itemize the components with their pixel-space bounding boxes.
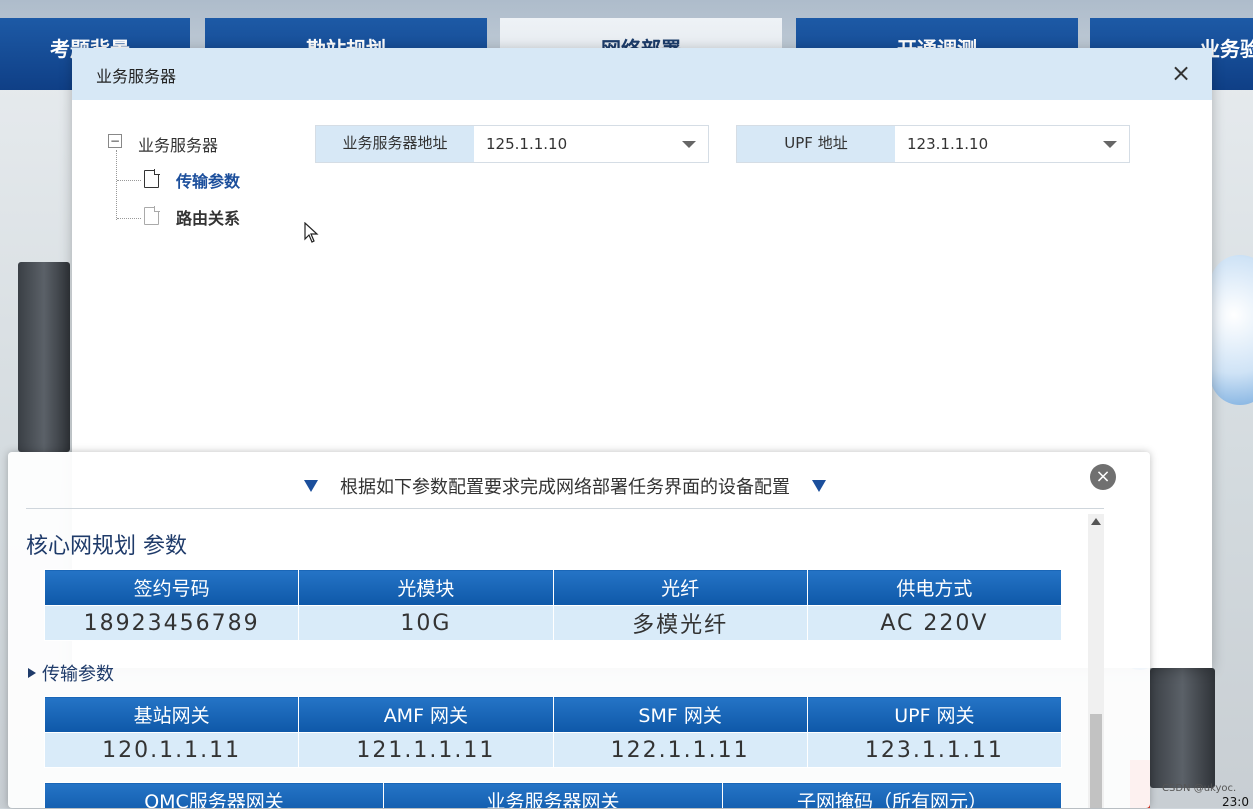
table-cell: 多模光纤 [552, 605, 808, 641]
table-header: UPF 网关 [806, 696, 1063, 733]
chevron-down-icon[interactable] [1103, 141, 1117, 148]
dialog-title: 业务服务器 [96, 67, 177, 86]
table-cell: 123.1.1.11 [806, 732, 1063, 768]
mouse-cursor-icon [304, 222, 319, 243]
triangle-down-icon [304, 480, 318, 492]
table-header: 供电方式 [806, 569, 1063, 606]
field-label: UPF 地址 [737, 126, 895, 162]
watermark: CSDN @ukyoc. [1162, 783, 1237, 794]
field-value: 125.1.1.10 [486, 135, 568, 153]
field-value: 123.1.1.10 [907, 135, 989, 153]
panel-title: 根据如下参数配置要求完成网络部署任务界面的设备配置 [340, 477, 790, 498]
equipment-rack [1150, 668, 1215, 788]
document-icon [144, 169, 160, 188]
chevron-down-icon[interactable] [682, 141, 696, 148]
parameter-reference-panel: 根据如下参数配置要求完成网络部署任务界面的设备配置 × 核心网规划 参数 签约号… [8, 452, 1150, 808]
table-header: 业务服务器网关 [383, 782, 723, 808]
close-icon[interactable]: × [1090, 464, 1116, 490]
table-header: 光纤 [552, 569, 808, 606]
tree-root-label: 业务服务器 [138, 136, 219, 155]
close-icon[interactable]: × [1168, 60, 1194, 86]
table-header: 签约号码 [43, 569, 300, 606]
collapse-icon[interactable]: − [108, 134, 122, 148]
mascot-robot [1210, 255, 1253, 405]
gateway-table: OMC服务器网关 业务服务器网关 子网掩码（所有网元） [44, 782, 1062, 808]
business-server-address-field[interactable]: 业务服务器地址 125.1.1.10 [315, 125, 709, 163]
scroll-up-icon[interactable] [1091, 518, 1101, 525]
upf-address-select[interactable]: 123.1.1.10 [895, 126, 1129, 162]
table-header: 子网掩码（所有网元） [722, 782, 1062, 808]
tree-connector [116, 150, 118, 220]
upf-address-field[interactable]: UPF 地址 123.1.1.10 [736, 125, 1130, 163]
table-cell: 121.1.1.11 [298, 732, 554, 768]
clock: 23:0 [1222, 795, 1249, 809]
table-header: 基站网关 [43, 696, 300, 733]
table-cell: 18923456789 [43, 605, 300, 641]
business-server-address-select[interactable]: 125.1.1.10 [474, 126, 708, 162]
equipment-rack [18, 262, 70, 452]
tree-item-label: 路由关系 [176, 209, 241, 228]
tree-item-transport-params[interactable]: 传输参数 [144, 168, 304, 192]
dialog-header: 业务服务器 × [72, 48, 1212, 100]
panel-header[interactable]: 根据如下参数配置要求完成网络部署任务界面的设备配置 [26, 452, 1104, 509]
transport-params-table: 基站网关 AMF 网关 SMF 网关 UPF 网关 120.1.1.11 121… [43, 696, 1063, 768]
field-label: 业务服务器地址 [316, 126, 474, 162]
subsection-title: 传输参数 [28, 660, 114, 686]
table-cell: AC 220V [806, 605, 1063, 641]
table-header: OMC服务器网关 [44, 782, 384, 808]
table-header: 光模块 [298, 569, 554, 606]
core-network-table: 签约号码 光模块 光纤 供电方式 18923456789 10G 多模光纤 AC… [43, 569, 1063, 641]
table-cell: 122.1.1.11 [552, 732, 808, 768]
table-header: AMF 网关 [298, 696, 554, 733]
section-title: 核心网规划 参数 [26, 534, 187, 559]
tree-root[interactable]: − 业务服务器 [108, 132, 308, 155]
triangle-down-icon [812, 480, 826, 492]
tree-connector [117, 180, 141, 181]
table-cell: 10G [298, 605, 554, 641]
table-cell: 120.1.1.11 [43, 732, 300, 768]
tree-connector [117, 218, 141, 219]
scrollbar[interactable] [1088, 514, 1104, 808]
tree-item-routing[interactable]: 路由关系 [144, 205, 304, 229]
scroll-thumb[interactable] [1090, 714, 1102, 808]
table-header: SMF 网关 [552, 696, 808, 733]
document-icon [144, 206, 160, 225]
tree-item-label: 传输参数 [176, 172, 241, 191]
